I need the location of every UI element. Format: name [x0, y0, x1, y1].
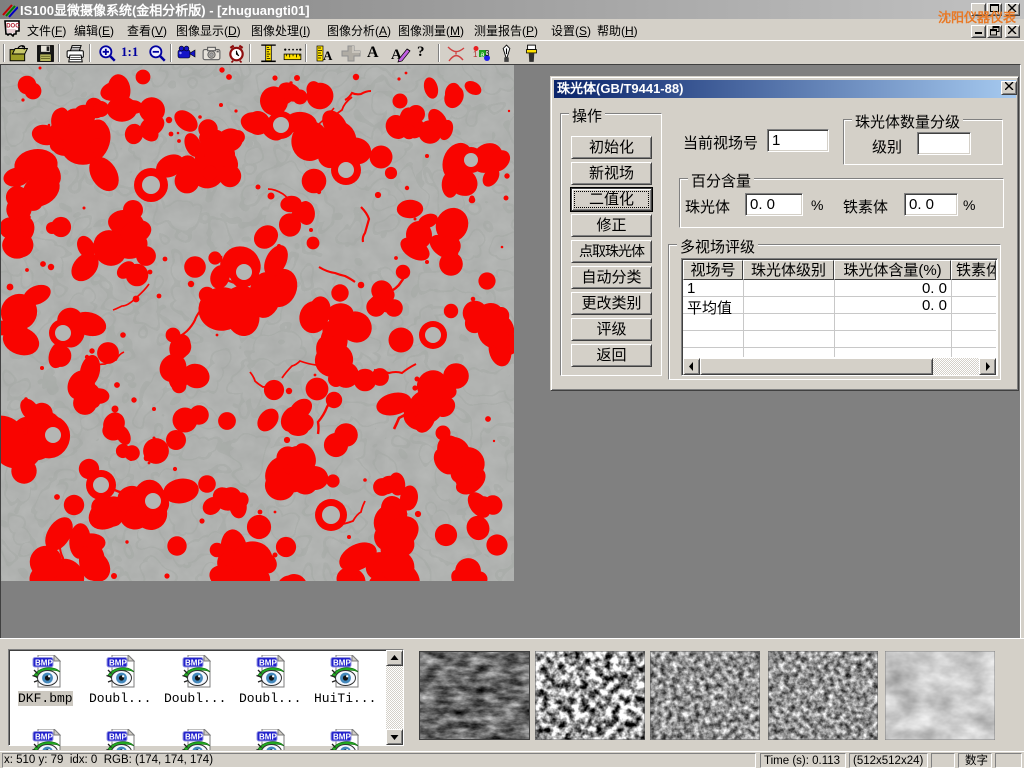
svg-text:A: A [323, 48, 333, 63]
svg-text:DOC: DOC [6, 24, 20, 30]
svg-text:a: a [481, 52, 485, 59]
svg-text:1: 1 [473, 50, 478, 59]
svg-text:3: 3 [485, 49, 490, 58]
